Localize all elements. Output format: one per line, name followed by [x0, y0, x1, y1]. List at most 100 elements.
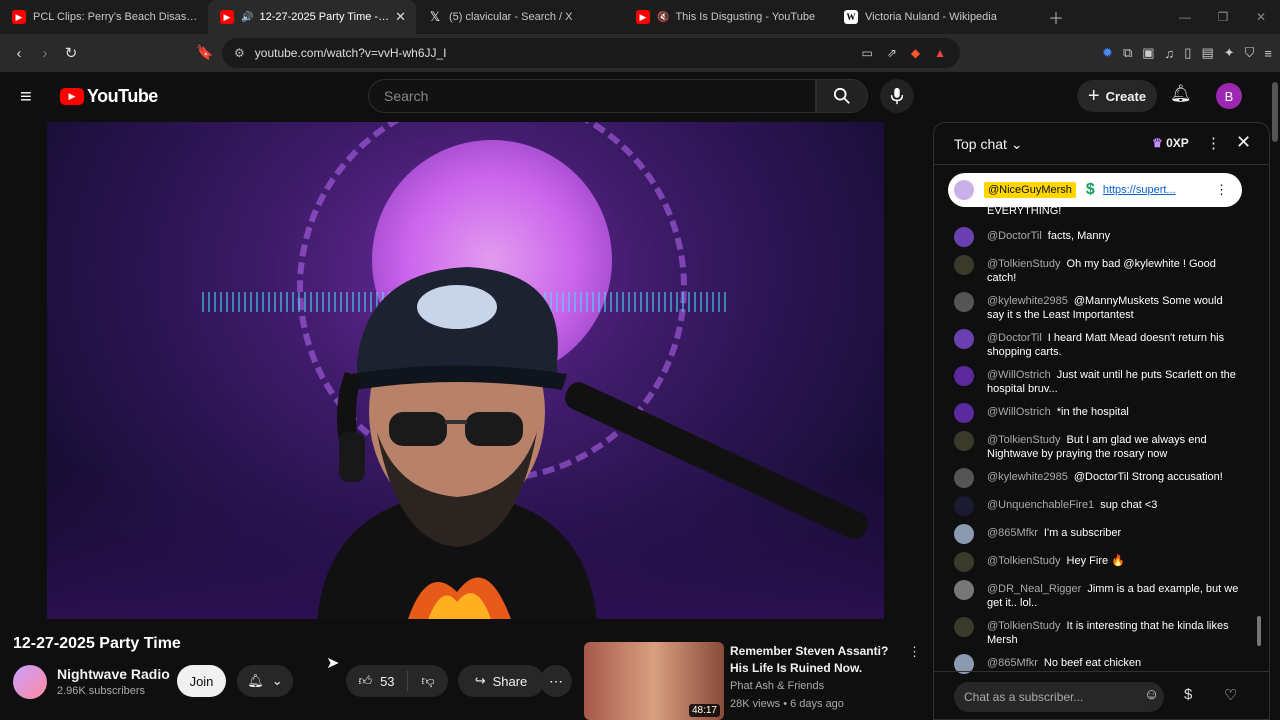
more-vertical-icon[interactable]: ⋮	[1215, 182, 1228, 198]
chat-avatar[interactable]	[954, 431, 974, 451]
chat-author[interactable]: @DoctorTil	[987, 332, 1042, 344]
chat-message[interactable]: @TolkienStudy Hey Fire 🔥	[934, 548, 1254, 576]
chat-message[interactable]: @kylewhite2985 @MannyMuskets Some would s…	[934, 288, 1254, 325]
chat-message[interactable]: @865Mfkr I'm a subscriber	[934, 520, 1254, 548]
create-button[interactable]: + Create	[1077, 80, 1157, 112]
site-info-icon[interactable]: ⚙	[234, 46, 245, 60]
muted-speaker-icon[interactable]: 🔇	[657, 12, 669, 23]
chat-message[interactable]: @WillOstrich *in the hospital	[934, 399, 1254, 427]
chat-author[interactable]: @WillOstrich	[987, 369, 1051, 381]
leo-icon[interactable]: ✦	[1224, 45, 1235, 61]
chat-input[interactable]: Chat as a subscriber...	[954, 682, 1164, 712]
chat-message[interactable]: @WillOstrich Just wait until he puts Scar…	[934, 362, 1254, 399]
reload-icon[interactable]: ↻	[58, 44, 84, 62]
super-chat-icon[interactable]: $	[1184, 686, 1192, 703]
close-window-icon[interactable]: ✕	[1242, 10, 1280, 24]
heart-icon[interactable]: ♡	[1224, 686, 1237, 704]
join-button[interactable]: Join	[177, 665, 226, 697]
browser-tab[interactable]: ▶ 🔇 This Is Disgusting - YouTube	[624, 0, 832, 34]
more-vertical-icon[interactable]: ⋮	[908, 644, 921, 660]
subscription-bell-button[interactable]: 🔔︎ ⌄	[237, 665, 293, 697]
chat-avatar[interactable]	[954, 552, 974, 572]
chat-author[interactable]: @TolkienStudy	[987, 620, 1061, 632]
chat-message[interactable]: @TolkienStudy But I am glad we always end…	[934, 427, 1254, 464]
search-button[interactable]	[816, 79, 868, 113]
music-icon[interactable]: ♫	[1165, 46, 1175, 61]
chat-message[interactable]: @UnquenchableFire1 sup chat <3	[934, 492, 1254, 520]
chat-author[interactable]: @TolkienStudy	[987, 555, 1061, 567]
chat-author[interactable]: @DoctorTil	[987, 230, 1042, 242]
channel-name[interactable]: Nightwave Radio	[57, 666, 170, 682]
chat-author[interactable]: @TolkienStudy	[987, 434, 1061, 446]
recommended-video[interactable]: 48:17 Remember Steven Assanti? His Life …	[584, 642, 924, 720]
like-button[interactable]: 👍︎ 53	[346, 671, 408, 691]
sidebar-icon[interactable]: ▯	[1184, 45, 1191, 61]
emoji-icon[interactable]: ☺	[1144, 686, 1159, 703]
chat-author[interactable]: @kylewhite2985	[987, 295, 1068, 307]
screenshot-icon[interactable]: ▣	[1142, 45, 1154, 61]
notifications-icon[interactable]: 🔔︎	[1170, 84, 1192, 104]
chat-author[interactable]: @UnquenchableFire1	[987, 499, 1094, 511]
chat-author[interactable]: @DR_Neal_Rigger	[987, 583, 1081, 595]
browser-tab[interactable]: W Victoria Nuland - Wikipedia	[832, 0, 1040, 34]
browser-tab[interactable]: ▶ PCL Clips: Perry's Beach Disaster - Yo	[0, 0, 208, 34]
browser-tab[interactable]: 𝕏 (5) clavicular - Search / X	[416, 0, 624, 34]
video-thumbnail[interactable]: 48:17	[584, 642, 724, 720]
more-actions-button[interactable]: ⋯	[540, 665, 572, 697]
chat-message[interactable]: @TolkienStudy It is interesting that he k…	[934, 613, 1254, 650]
voice-search-button[interactable]	[880, 79, 914, 113]
address-bar[interactable]: ⚙ youtube.com/watch?v=vvH-wh6JJ_I ▭ ⇗ ◆ …	[222, 38, 960, 68]
channel-avatar[interactable]	[13, 665, 47, 699]
extension-icon[interactable]: ✹	[1102, 45, 1113, 61]
pinned-link[interactable]: https://supert...	[1103, 184, 1181, 196]
dislike-button[interactable]: 👎︎	[408, 673, 448, 689]
maximize-icon[interactable]: ❐	[1204, 10, 1242, 24]
chat-avatar[interactable]	[954, 496, 974, 516]
new-tab-button[interactable]: ＋	[1048, 5, 1064, 29]
chat-message[interactable]: @DoctorTil facts, Manny	[934, 223, 1254, 251]
chat-avatar[interactable]	[954, 580, 974, 600]
chat-avatar[interactable]	[954, 468, 974, 488]
chat-avatar[interactable]	[954, 255, 974, 275]
chat-avatar[interactable]	[954, 366, 974, 386]
youtube-logo[interactable]: ▶ YouTube	[60, 86, 158, 107]
chat-message[interactable]: @kylewhite2985 @DoctorTil Strong accusati…	[934, 464, 1254, 492]
chat-avatar[interactable]	[954, 403, 974, 423]
chat-author[interactable]: @865Mfkr	[987, 527, 1038, 539]
pinned-author[interactable]: @NiceGuyMersh	[984, 182, 1076, 198]
search-input[interactable]: Search	[368, 79, 816, 113]
chat-avatar[interactable]	[954, 617, 974, 637]
chat-scrollbar[interactable]	[1257, 171, 1261, 651]
close-tab-icon[interactable]: ✕	[395, 9, 406, 25]
chat-more-icon[interactable]: ⋮	[1206, 134, 1221, 152]
chat-avatar[interactable]	[954, 292, 974, 312]
brave-rewards-icon[interactable]: ▲	[934, 46, 946, 60]
puzzle-icon[interactable]: ⧉	[1123, 45, 1132, 61]
close-chat-icon[interactable]: ✕	[1236, 132, 1251, 153]
account-avatar[interactable]: B	[1216, 83, 1242, 109]
cast-icon[interactable]: ▭	[861, 46, 872, 60]
brave-shield-icon[interactable]: ◆	[911, 46, 920, 60]
chat-avatar[interactable]	[954, 227, 974, 247]
chat-message[interactable]: @DoctorTil I heard Matt Mead doesn't retu…	[934, 325, 1254, 362]
browser-tab-active[interactable]: ▶ 🔊 12-27-2025 Party Time - YouT ✕	[208, 0, 416, 34]
pinned-message[interactable]: @NiceGuyMersh $ https://supert... ⋮	[948, 173, 1242, 207]
share-page-icon[interactable]: ⇗	[887, 46, 897, 60]
wallet-icon[interactable]: ▤	[1201, 45, 1213, 61]
chat-author[interactable]: @kylewhite2985	[987, 471, 1068, 483]
chat-author[interactable]: @WillOstrich	[987, 406, 1051, 418]
chat-avatar[interactable]	[954, 329, 974, 349]
page-scrollbar[interactable]	[1270, 72, 1280, 720]
chat-avatar[interactable]	[954, 524, 974, 544]
chat-message[interactable]: @TolkienStudy Oh my bad @kylewhite ! Good…	[934, 251, 1254, 288]
video-player[interactable]	[47, 122, 884, 619]
forward-icon[interactable]: ›	[32, 45, 58, 62]
menu-icon[interactable]: ≡	[1264, 46, 1272, 61]
minimize-icon[interactable]: —	[1166, 10, 1204, 24]
recommended-title[interactable]: Remember Steven Assanti? His Life Is Rui…	[730, 643, 905, 677]
speaker-icon[interactable]: 🔊	[241, 12, 253, 23]
chat-mode-dropdown[interactable]: Top chat ⌄	[954, 136, 1023, 153]
recommended-channel[interactable]: Phat Ash & Friends	[730, 680, 824, 692]
chat-author[interactable]: @865Mfkr	[987, 657, 1038, 669]
hamburger-menu-icon[interactable]: ≡	[20, 86, 32, 109]
